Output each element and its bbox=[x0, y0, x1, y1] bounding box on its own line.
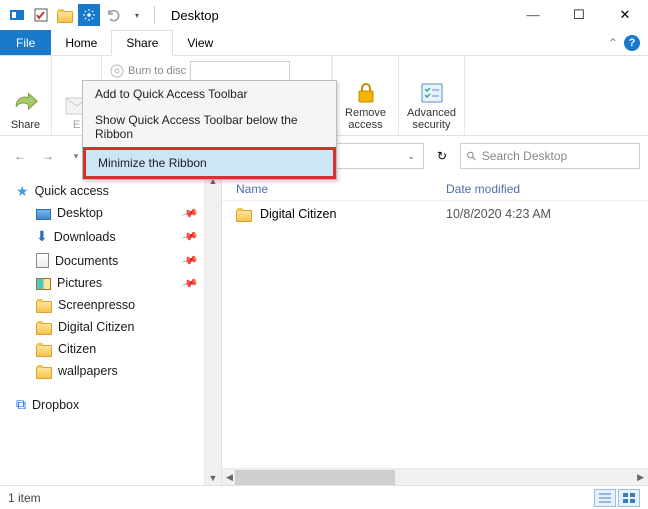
ctx-minimize-ribbon[interactable]: Minimize the Ribbon bbox=[86, 150, 333, 176]
tab-share[interactable]: Share bbox=[111, 30, 173, 56]
sidebar-item-documents[interactable]: Documents📌 bbox=[0, 249, 221, 272]
folder-icon bbox=[36, 301, 52, 313]
pin-icon: 📌 bbox=[181, 227, 199, 245]
download-icon: ⬇ bbox=[36, 228, 48, 245]
minimize-button[interactable]: — bbox=[510, 0, 556, 30]
sidebar-item-digital-citizen[interactable]: Digital Citizen bbox=[0, 316, 221, 338]
context-menu: Add to Quick Access Toolbar Show Quick A… bbox=[82, 80, 337, 180]
scroll-thumb[interactable] bbox=[235, 470, 395, 485]
content-h-scrollbar[interactable]: ◀ ▶ bbox=[222, 468, 648, 485]
help-icon[interactable]: ? bbox=[624, 35, 640, 51]
burn-to-disc: Burn to disc bbox=[110, 60, 290, 82]
sidebar-item-downloads[interactable]: ⬇Downloads📌 bbox=[0, 224, 221, 249]
sidebar-dropbox[interactable]: ⧉ Dropbox bbox=[0, 392, 221, 417]
sidebar-item-desktop[interactable]: Desktop📌 bbox=[0, 202, 221, 224]
scroll-left-icon[interactable]: ◀ bbox=[222, 472, 233, 483]
ctx-add-to-qat[interactable]: Add to Quick Access Toolbar bbox=[83, 81, 336, 107]
ribbon-tabs: File Home Share View ⌃ ? bbox=[0, 30, 648, 56]
title-bar: ▾ Desktop — ☐ ✕ bbox=[0, 0, 648, 30]
folder-icon bbox=[36, 367, 52, 379]
list-item[interactable]: Digital Citizen 10/8/2020 4:23 AM bbox=[222, 201, 648, 227]
disc-icon bbox=[110, 64, 124, 78]
pin-icon: 📌 bbox=[181, 204, 199, 222]
sidebar-quick-access[interactable]: ★ Quick access bbox=[0, 180, 221, 202]
qat-dropdown-icon[interactable]: ▾ bbox=[126, 4, 148, 26]
share-arrow-icon bbox=[11, 89, 39, 117]
qat-properties-icon[interactable] bbox=[30, 4, 52, 26]
address-dropdown-icon[interactable]: ⌄ bbox=[403, 151, 419, 162]
tab-home[interactable]: Home bbox=[51, 30, 111, 55]
search-box[interactable]: ⚲ Search Desktop bbox=[460, 143, 640, 169]
search-icon: ⚲ bbox=[463, 148, 479, 164]
sidebar-item-screenpresso[interactable]: Screenpresso bbox=[0, 294, 221, 316]
back-button[interactable]: ← bbox=[8, 144, 32, 168]
column-date-modified[interactable]: Date modified bbox=[446, 182, 520, 196]
remove-access-button[interactable]: Removeaccess bbox=[345, 81, 386, 131]
burn-disc-dropdown bbox=[190, 61, 290, 81]
navigation-pane: ★ Quick access Desktop📌 ⬇Downloads📌 Docu… bbox=[0, 174, 222, 485]
pictures-icon bbox=[36, 278, 51, 290]
maximize-button[interactable]: ☐ bbox=[556, 0, 602, 30]
tab-file[interactable]: File bbox=[0, 30, 51, 55]
forward-button: → bbox=[36, 144, 60, 168]
ribbon-collapse-icon[interactable]: ⌃ bbox=[608, 36, 618, 50]
quick-access-toolbar: ▾ bbox=[6, 4, 148, 26]
file-list: Name Date modified Digital Citizen 10/8/… bbox=[222, 174, 648, 485]
share-button[interactable]: Share bbox=[11, 89, 40, 131]
star-icon: ★ bbox=[16, 184, 29, 198]
ctx-show-qat-below[interactable]: Show Quick Access Toolbar below the Ribb… bbox=[83, 107, 336, 147]
qat-undo-icon[interactable] bbox=[102, 4, 124, 26]
advanced-security-button[interactable]: Advancedsecurity bbox=[407, 81, 456, 131]
sidebar-item-pictures[interactable]: Pictures📌 bbox=[0, 272, 221, 294]
qat-settings-icon[interactable] bbox=[78, 4, 100, 26]
item-count: 1 item bbox=[8, 491, 41, 505]
sidebar-item-citizen[interactable]: Citizen bbox=[0, 338, 221, 360]
tab-view[interactable]: View bbox=[173, 30, 227, 55]
monitor-icon bbox=[36, 209, 51, 220]
folder-icon bbox=[36, 345, 52, 357]
sidebar-scrollbar[interactable]: ▲ ▼ bbox=[204, 174, 221, 485]
view-icons-button[interactable] bbox=[618, 489, 640, 507]
close-button[interactable]: ✕ bbox=[602, 0, 648, 30]
scroll-right-icon[interactable]: ▶ bbox=[637, 472, 648, 483]
pin-icon: 📌 bbox=[181, 251, 199, 269]
sidebar-item-wallpapers[interactable]: wallpapers bbox=[0, 360, 221, 382]
document-icon bbox=[36, 253, 49, 268]
lock-icon bbox=[354, 81, 378, 105]
view-details-button[interactable] bbox=[594, 489, 616, 507]
status-bar: 1 item bbox=[0, 485, 648, 509]
checklist-icon bbox=[420, 81, 444, 105]
scroll-down-icon[interactable]: ▼ bbox=[209, 473, 218, 483]
qat-app-icon[interactable] bbox=[6, 4, 28, 26]
column-name[interactable]: Name bbox=[236, 182, 446, 196]
refresh-button[interactable]: ↻ bbox=[428, 143, 456, 169]
pin-icon: 📌 bbox=[181, 274, 199, 292]
window-title: Desktop bbox=[171, 8, 219, 23]
qat-folder-icon[interactable] bbox=[54, 4, 76, 26]
folder-icon bbox=[36, 323, 52, 335]
folder-icon bbox=[236, 210, 252, 222]
dropbox-icon: ⧉ bbox=[16, 396, 26, 413]
